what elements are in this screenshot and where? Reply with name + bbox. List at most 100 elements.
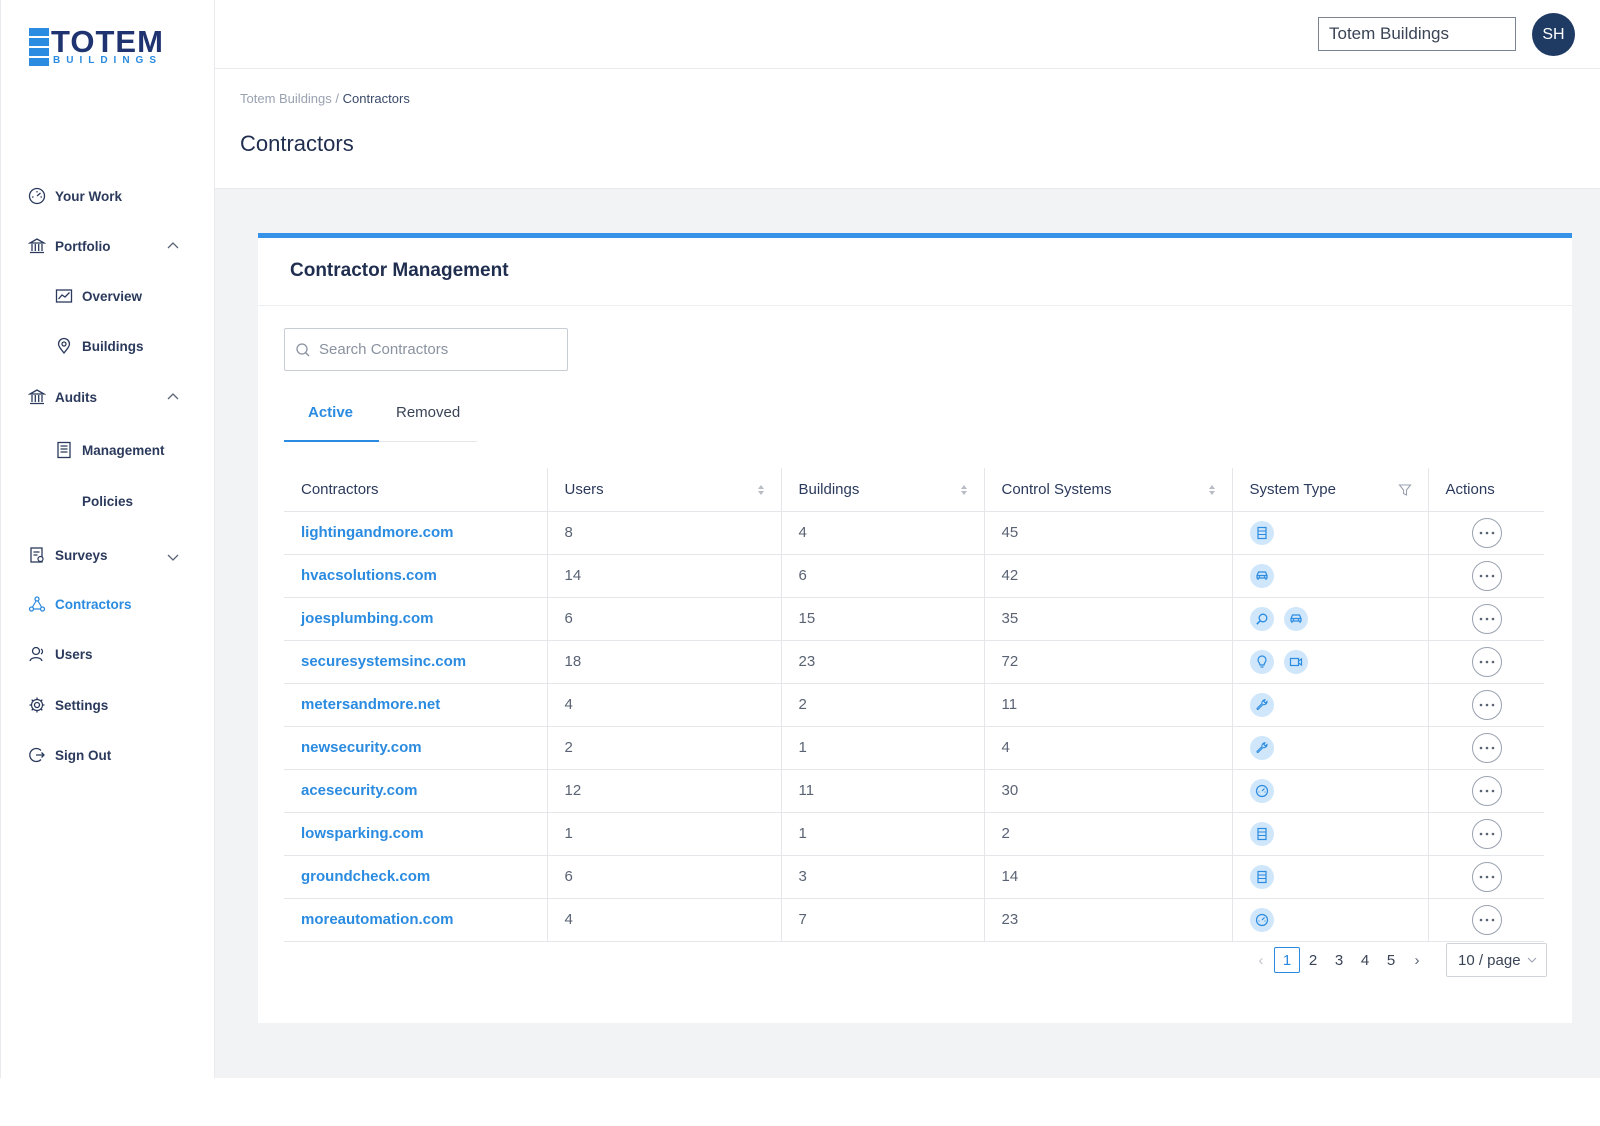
users-count: 18 [547,640,782,684]
page-button-3[interactable]: 3 [1326,947,1352,973]
contractor-link[interactable]: hvacsolutions.com [284,554,548,598]
system-type-cell [1232,726,1429,770]
bank-icon [27,387,47,407]
chart-icon [54,286,74,306]
sidebar-item-portfolio[interactable]: Portfolio [27,234,111,258]
sidebar-item-label: Contractors [55,596,132,612]
users-count: 12 [547,769,782,813]
table-header-row: Contractors Users Buildings Control Syst… [284,468,1544,512]
ellipsis-icon [1479,875,1494,878]
control-systems-count: 72 [984,640,1233,684]
car-icon [1283,606,1308,631]
page-button-2[interactable]: 2 [1300,947,1326,973]
sidebar-item-label: Management [82,442,165,458]
page-button-5[interactable]: 5 [1378,947,1404,973]
location-pin-icon [54,336,74,356]
contractor-link[interactable]: newsecurity.com [284,726,548,770]
page-button-4[interactable]: 4 [1352,947,1378,973]
more-actions-button[interactable] [1471,603,1502,634]
actions-cell [1428,511,1544,555]
more-actions-button[interactable] [1471,517,1502,548]
column-header-system-type[interactable]: System Type [1232,468,1429,512]
table-row: lightingandmore.com 8 4 45 [284,511,1544,555]
more-actions-button[interactable] [1471,732,1502,763]
sign-out-icon [27,745,47,765]
more-actions-button[interactable] [1471,775,1502,806]
breadcrumb: Totem Buildings / Contractors [240,91,410,106]
contractor-link[interactable]: metersandmore.net [284,683,548,727]
avatar[interactable]: SH [1532,13,1575,56]
sidebar-item-audits[interactable]: Audits [27,385,97,409]
more-actions-button[interactable] [1471,818,1502,849]
sidebar-item-surveys[interactable]: Surveys [27,543,108,567]
sidebar-item-policies[interactable]: Policies [54,489,133,513]
column-header-control-systems[interactable]: Control Systems [984,468,1233,512]
car-icon [1249,563,1274,588]
sidebar-item-sign-out[interactable]: Sign Out [27,743,111,767]
ellipsis-icon [1479,832,1494,835]
more-actions-button[interactable] [1471,904,1502,935]
page-button-1[interactable]: 1 [1274,947,1300,973]
contractor-link[interactable]: groundcheck.com [284,855,548,899]
contractor-link[interactable]: securesystemsinc.com [284,640,548,684]
sidebar-item-users[interactable]: Users [27,642,93,666]
control-systems-count: 42 [984,554,1233,598]
control-systems-count: 11 [984,683,1233,727]
system-type-cell [1232,511,1429,555]
users-count: 4 [547,898,782,942]
actions-cell [1428,726,1544,770]
sidebar-item-management[interactable]: Management [54,438,165,462]
more-actions-button[interactable] [1471,646,1502,677]
breadcrumb-root-link[interactable]: Totem Buildings [240,91,332,106]
page-size-select[interactable]: 10 / page [1446,943,1547,977]
totem-logo[interactable]: TOTEM BUILDINGS [29,24,179,70]
sidebar-item-overview[interactable]: Overview [54,284,142,308]
column-header-actions: Actions [1428,468,1544,512]
chevron-up-icon[interactable] [165,238,181,254]
contractors-table: Contractors Users Buildings Control Syst… [284,468,1544,942]
sidebar-item-buildings[interactable]: Buildings [54,334,144,358]
contractor-link[interactable]: lowsparking.com [284,812,548,856]
gear-icon [27,695,47,715]
sort-icon[interactable] [960,484,968,496]
chevron-down-icon[interactable] [165,549,181,565]
more-actions-button[interactable] [1471,861,1502,892]
users-count: 6 [547,597,782,641]
contractor-link[interactable]: joesplumbing.com [284,597,548,641]
sidebar-item-contractors[interactable]: Contractors [27,592,132,616]
contractor-link[interactable]: moreautomation.com [284,898,548,942]
actions-cell [1428,597,1544,641]
organization-select[interactable]: Totem Buildings [1318,17,1516,51]
more-actions-button[interactable] [1471,560,1502,591]
sort-icon[interactable] [757,484,765,496]
buildings-count: 3 [781,855,985,899]
table-row: groundcheck.com 6 3 14 [284,855,1544,899]
sidebar-item-label: Surveys [55,547,108,563]
chevron-up-icon[interactable] [165,389,181,405]
contractor-link[interactable]: lightingandmore.com [284,511,548,555]
network-icon [27,594,47,614]
tab-removed[interactable]: Removed [396,404,460,421]
column-header-users[interactable]: Users [547,468,782,512]
search-input[interactable] [319,341,559,358]
prev-page-button[interactable]: ‹ [1248,952,1274,969]
column-header-buildings[interactable]: Buildings [781,468,985,512]
ellipsis-icon [1479,660,1494,663]
logo-subtitle: BUILDINGS [53,55,162,66]
search-field[interactable] [284,328,568,371]
more-actions-button[interactable] [1471,689,1502,720]
filter-icon[interactable] [1397,483,1412,497]
control-systems-count: 23 [984,898,1233,942]
contractor-link[interactable]: acesecurity.com [284,769,548,813]
system-type-cell [1232,769,1429,813]
table-row: joesplumbing.com 6 15 35 [284,597,1544,641]
sort-icon[interactable] [1208,484,1216,496]
buildings-count: 2 [781,683,985,727]
tab-active[interactable]: Active [308,404,353,421]
users-count: 6 [547,855,782,899]
sidebar-item-your-work[interactable]: Your Work [27,184,122,208]
actions-cell [1428,554,1544,598]
next-page-button[interactable]: › [1404,952,1430,969]
sidebar-item-settings[interactable]: Settings [27,693,108,717]
system-type-cell [1232,855,1429,899]
